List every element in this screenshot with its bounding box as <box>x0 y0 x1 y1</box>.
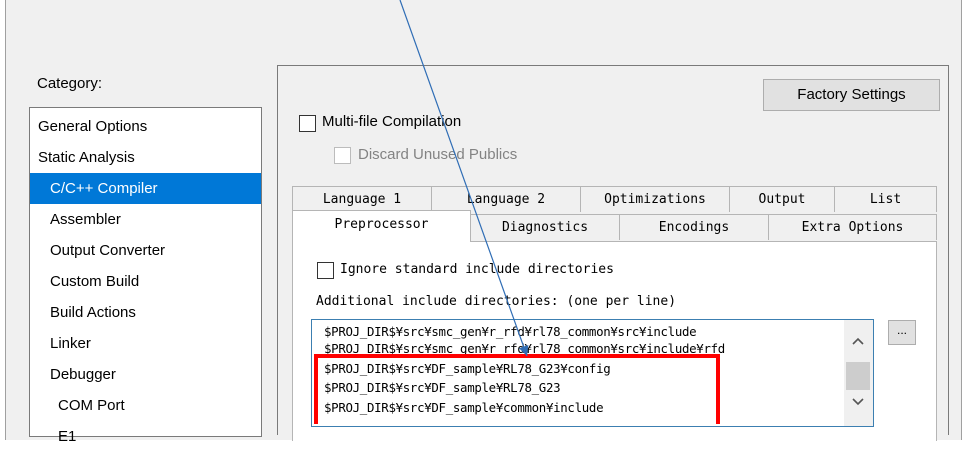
tab-preprocessor[interactable]: Preprocessor <box>292 210 471 242</box>
annotation-arrow <box>399 0 529 357</box>
arrow-line <box>399 0 529 357</box>
